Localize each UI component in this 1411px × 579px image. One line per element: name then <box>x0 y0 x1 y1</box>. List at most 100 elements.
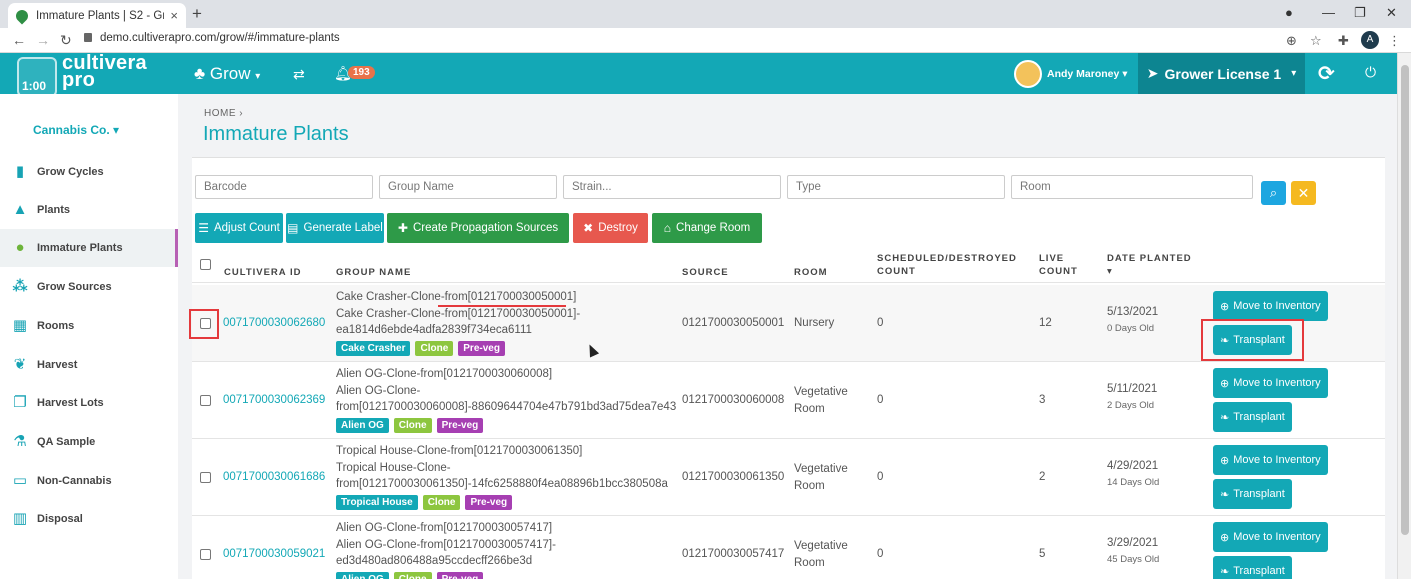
back-icon[interactable]: ← <box>12 32 26 48</box>
profile-avatar[interactable]: A <box>1361 31 1379 49</box>
page-scrollbar[interactable] <box>1397 53 1411 579</box>
url-field[interactable]: demo.cultiverapro.com/grow/#/immature-pl… <box>84 32 340 44</box>
room-select[interactable] <box>1011 175 1253 199</box>
bookmark-star-icon[interactable]: ☆ <box>1310 33 1322 49</box>
sidebar-item-rooms[interactable]: ▦ Rooms <box>0 307 178 345</box>
sidebar-item-harvest-lots[interactable]: ❐ Harvest Lots <box>0 384 178 422</box>
leaf-icon: ❧ <box>1220 488 1230 501</box>
sidebar-item-label: Non-Cannabis <box>37 475 112 487</box>
swap-icon[interactable]: ⇄ <box>293 66 305 83</box>
notification-badge[interactable]: 193 <box>348 66 375 79</box>
profile-menu-icon[interactable]: ● <box>1285 5 1293 20</box>
tag-badge: Pre-veg <box>458 341 505 356</box>
cultivera-id-link[interactable]: 0071700030061686 <box>223 469 325 486</box>
tree-icon: ♣ <box>194 64 210 83</box>
user-avatar[interactable] <box>1014 60 1042 88</box>
reload-icon[interactable]: ↻ <box>60 32 72 49</box>
sidebar-item-label: Grow Sources <box>37 281 112 293</box>
forward-icon[interactable]: → <box>36 32 50 48</box>
extensions-icon[interactable]: ✚ <box>1338 33 1349 49</box>
destroy-button[interactable]: ✖ Destroy <box>573 213 648 243</box>
close-icon: ✕ <box>1297 185 1310 201</box>
move-to-inventory-button[interactable]: ⊕ Move to Inventory <box>1213 291 1328 321</box>
search-button[interactable]: ⌕ <box>1261 181 1286 205</box>
source-cell: 0121700030050001 <box>682 317 785 329</box>
scrollbar-thumb[interactable] <box>1401 65 1409 535</box>
harvest-icon: ❦ <box>13 356 27 373</box>
close-window-icon[interactable]: ✕ <box>1386 5 1397 21</box>
sidebar-item-non-cannabis[interactable]: ▭ Non-Cannabis <box>0 462 178 500</box>
tag-badge: Pre-veg <box>436 418 484 433</box>
cultivera-logo-icon[interactable]: 1:00 <box>17 57 57 97</box>
create-propagation-sources-button[interactable]: ✚ Create Propagation Sources <box>387 213 569 243</box>
new-tab-button[interactable]: + <box>192 4 202 24</box>
sidebar-item-grow-cycles[interactable]: ▮ Grow Cycles <box>0 153 178 191</box>
move-to-inventory-button[interactable]: ⊕ Move to Inventory <box>1213 445 1328 475</box>
power-icon[interactable]: ⏻ <box>1365 64 1376 81</box>
page-title: Immature Plants <box>203 123 349 145</box>
close-tab-icon[interactable]: × <box>170 8 178 23</box>
grow-menu-button[interactable]: ♣ Grow ▾ <box>194 64 260 84</box>
barcode-input[interactable] <box>195 175 373 199</box>
tag-badge: Cake Crasher <box>336 341 411 356</box>
col-live-count[interactable]: LIVE COUNT <box>1039 252 1089 278</box>
scheduled-destroyed-cell: 0 <box>877 317 884 329</box>
row-checkbox[interactable] <box>200 472 211 483</box>
cultivera-id-link[interactable]: 0071700030059021 <box>223 546 325 563</box>
leaf-icon: ❧ <box>1220 411 1230 424</box>
breadcrumb[interactable]: HOME › <box>204 108 243 119</box>
adjust-count-button[interactable]: ☰ Adjust Count <box>195 213 283 243</box>
arrow-circle-icon: ⊕ <box>1220 300 1230 313</box>
col-date-planted[interactable]: DATE PLANTED ▾ <box>1107 252 1192 278</box>
cultivera-id-link[interactable]: 0071700030062369 <box>223 392 325 409</box>
sapling-icon: ● <box>15 239 25 256</box>
sidebar-item-disposal[interactable]: ▥ Disposal <box>0 500 178 538</box>
sidebar-item-qa-sample[interactable]: ⚗ QA Sample <box>0 423 178 461</box>
transplant-button[interactable]: ❧ Transplant <box>1213 479 1292 509</box>
checkbox-highlight <box>189 309 219 339</box>
tag-badge: Tropical House <box>336 495 418 510</box>
live-count-cell: 2 <box>1039 471 1046 483</box>
generate-label-button[interactable]: ▤ Generate Label <box>286 213 384 243</box>
type-select[interactable] <box>787 175 1005 199</box>
move-to-inventory-button[interactable]: ⊕ Move to Inventory <box>1213 522 1328 552</box>
refresh-icon[interactable]: ⟳ <box>1318 61 1335 86</box>
group-name-cell: Tropical House-Clone-from[01217000300613… <box>336 445 668 490</box>
row-checkbox[interactable] <box>200 395 211 406</box>
license-selector[interactable]: ➤ Grower License 1 ▾ <box>1138 53 1305 94</box>
move-to-inventory-button[interactable]: ⊕ Move to Inventory <box>1213 368 1328 398</box>
col-scheduled-destroyed[interactable]: SCHEDULED/DESTROYED COUNT <box>877 252 1027 278</box>
change-room-button[interactable]: ⌂ Change Room <box>652 213 762 243</box>
sidebar-item-immature-plants[interactable]: ● Immature Plants <box>0 229 178 267</box>
col-group-name[interactable]: GROUP NAME <box>336 266 411 279</box>
zoom-icon[interactable]: ⊕ <box>1286 33 1297 49</box>
scheduled-destroyed-cell: 0 <box>877 548 884 560</box>
cultivera-id-link[interactable]: 0071700030062680 <box>223 315 325 332</box>
minimize-icon[interactable]: — <box>1322 5 1335 20</box>
browser-tab[interactable]: Immature Plants | S2 - Grow × <box>8 3 186 28</box>
company-selector[interactable]: Cannabis Co. ▾ <box>33 123 119 137</box>
restore-icon[interactable]: ❐ <box>1354 5 1366 21</box>
transplant-button[interactable]: ❧ Transplant <box>1213 556 1292 579</box>
strain-select[interactable] <box>563 175 781 199</box>
col-source[interactable]: SOURCE <box>682 266 729 279</box>
row-checkbox[interactable] <box>200 549 211 560</box>
source-cell: 0121700030057417 <box>682 548 785 560</box>
group-name-input[interactable] <box>379 175 557 199</box>
col-cultivera-id[interactable]: CULTIVERA ID <box>224 266 301 279</box>
lock-icon <box>84 33 92 42</box>
sidebar-item-grow-sources[interactable]: ⁂ Grow Sources <box>0 268 178 306</box>
url-text: demo.cultiverapro.com/grow/#/immature-pl… <box>100 32 340 44</box>
sidebar-item-harvest[interactable]: ❦ Harvest <box>0 346 178 384</box>
sidebar-item-plants[interactable]: ▲ Plants <box>0 191 178 229</box>
tag-badge: Alien OG <box>336 572 389 579</box>
select-all-checkbox[interactable] <box>200 259 211 270</box>
user-menu[interactable]: Andy Maroney ▾ <box>1047 68 1128 80</box>
tag-badge: Clone <box>393 572 432 579</box>
arrow-circle-icon: ⊕ <box>1220 531 1230 544</box>
browser-menu-icon[interactable]: ⋮ <box>1388 33 1401 49</box>
transplant-button[interactable]: ❧ Transplant <box>1213 402 1292 432</box>
grid-icon: ▦ <box>12 317 28 334</box>
clear-filters-button[interactable]: ✕ <box>1291 181 1316 205</box>
col-room[interactable]: ROOM <box>794 266 828 279</box>
